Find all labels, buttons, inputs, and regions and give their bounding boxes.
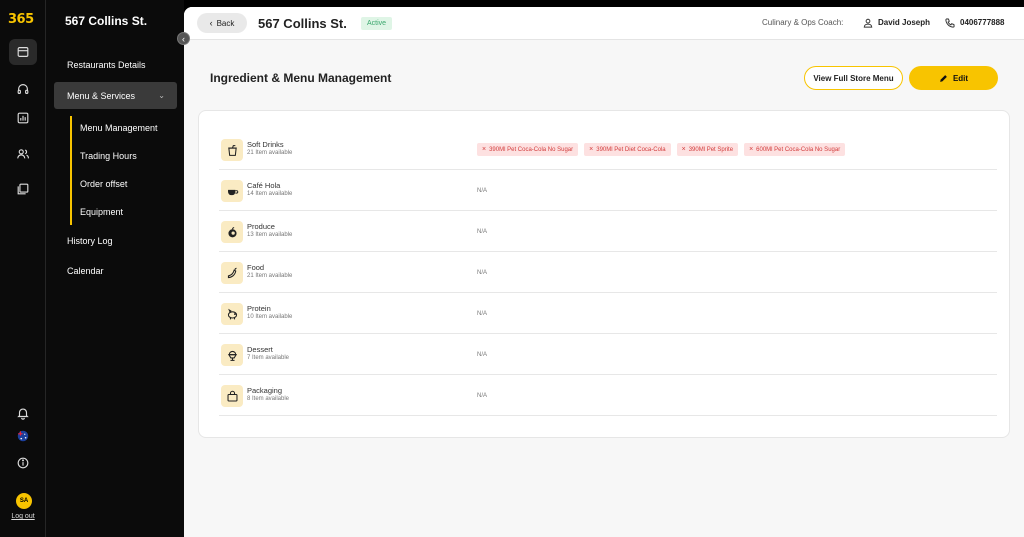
coach-name: David Joseph xyxy=(878,18,931,27)
categories-card: Soft Drinks 21 Item available × 390Ml Pet… xyxy=(198,110,1010,438)
australia-flag-icon[interactable] xyxy=(9,423,37,449)
chip-label: 390Ml Pet Diet Coca-Cola xyxy=(596,146,666,153)
sidebar-item-history-log[interactable]: History Log xyxy=(67,236,113,246)
item-chip[interactable]: × 390Ml Pet Diet Coca-Cola xyxy=(584,143,671,156)
ice-cream-icon xyxy=(221,344,243,366)
items-value: N/A xyxy=(477,352,488,358)
list-item[interactable]: Produce 13 Item available N/A xyxy=(219,211,997,252)
subnav-active-indicator xyxy=(70,116,72,225)
category-name: Packaging xyxy=(247,386,283,395)
pig-icon xyxy=(221,303,243,325)
subnav-item-order-offset[interactable]: Order offset xyxy=(80,179,127,189)
list-item[interactable]: Food 21 Item available N/A xyxy=(219,252,997,293)
pencil-icon xyxy=(940,74,947,82)
chevron-left-icon: ‹ xyxy=(182,33,185,44)
view-full-store-menu-button[interactable]: View Full Store Menu xyxy=(804,66,903,90)
sidebar-item-menu-services[interactable]: Menu & Services ⌄ xyxy=(54,82,177,109)
category-count: 21 Item available xyxy=(247,150,293,156)
users-icon[interactable] xyxy=(9,141,37,167)
category-name: Café Hola xyxy=(247,181,281,190)
library-icon[interactable] xyxy=(9,176,37,202)
person-icon xyxy=(863,18,873,28)
category-count: 21 Item available xyxy=(247,273,293,279)
page-title: 567 Collins St. xyxy=(258,16,347,31)
back-label: Back xyxy=(216,18,235,28)
info-icon[interactable] xyxy=(9,450,37,476)
sidebar: 567 Collins St. Restaurants Details Menu… xyxy=(46,0,184,537)
category-count: 13 Item available xyxy=(247,232,293,238)
chevron-down-icon: ⌄ xyxy=(158,91,165,100)
list-item[interactable]: Protein 10 Item available N/A xyxy=(219,293,997,334)
category-name: Soft Drinks xyxy=(247,140,284,149)
items-value: N/A xyxy=(477,311,488,317)
chip-label: 390Ml Pet Sprite xyxy=(688,146,734,153)
close-icon[interactable]: × xyxy=(482,146,486,153)
analytics-icon[interactable] xyxy=(9,105,37,131)
close-icon[interactable]: × xyxy=(682,146,686,153)
edit-label: Edit xyxy=(952,73,969,83)
phone-icon xyxy=(945,18,955,28)
category-name: Produce xyxy=(247,222,275,231)
subnav-item-equipment[interactable]: Equipment xyxy=(80,207,123,217)
chip-label: 390Ml Pet Coca-Cola No Sugar xyxy=(489,146,574,153)
category-name: Dessert xyxy=(247,345,273,354)
items-value: N/A xyxy=(477,270,488,276)
item-chip[interactable]: × 390Ml Pet Sprite xyxy=(676,143,739,156)
edit-button[interactable]: Edit xyxy=(909,66,998,90)
section-title: Ingredient & Menu Management xyxy=(210,71,392,85)
item-chip[interactable]: × 390Ml Pet Coca-Cola No Sugar xyxy=(477,143,579,156)
sidebar-item-restaurant-details[interactable]: Restaurants Details xyxy=(67,60,146,70)
chip-label: 600Ml Pet Coca-Cola No Sugar xyxy=(756,146,841,153)
coffee-cup-icon xyxy=(221,180,243,202)
item-chip[interactable]: × 600Ml Pet Coca-Cola No Sugar xyxy=(744,143,846,156)
produce-icon xyxy=(221,221,243,243)
collapse-sidebar-button[interactable]: ‹ xyxy=(177,32,190,45)
icon-rail: 365 SA Log out xyxy=(0,0,46,537)
items-value: N/A xyxy=(477,393,488,399)
chevron-left-icon: ‹ xyxy=(209,18,213,28)
store-icon[interactable] xyxy=(9,39,37,65)
items-value: N/A xyxy=(477,188,488,194)
sidebar-store-name: 567 Collins St. xyxy=(65,14,148,28)
list-item[interactable]: Soft Drinks 21 Item available × 390Ml Pet… xyxy=(219,129,997,170)
coach-phone[interactable]: 0406777888 xyxy=(960,18,1005,27)
coach-label: Culinary & Ops Coach: xyxy=(762,18,844,27)
main-panel: ‹ Back 567 Collins St. Active Culinary &… xyxy=(184,7,1024,537)
bag-icon xyxy=(221,385,243,407)
category-name: Protein xyxy=(247,304,271,313)
list-item[interactable]: Packaging 8 Item available N/A xyxy=(219,375,997,416)
category-count: 10 Item available xyxy=(247,314,293,320)
chili-icon xyxy=(221,262,243,284)
item-chips: × 390Ml Pet Coca-Cola No Sugar × 390Ml Pet… xyxy=(477,143,846,156)
category-count: 7 Item available xyxy=(247,355,290,361)
category-count: 8 Item available xyxy=(247,396,290,402)
list-item[interactable]: Dessert 7 Item available N/A xyxy=(219,334,997,375)
list-item[interactable]: Café Hola 14 Item available N/A xyxy=(219,170,997,211)
app-logo[interactable]: 365 xyxy=(8,12,34,27)
avatar[interactable]: SA xyxy=(16,493,32,509)
subnav-item-trading-hours[interactable]: Trading Hours xyxy=(80,151,137,161)
status-badge: Active xyxy=(361,17,393,30)
close-icon[interactable]: × xyxy=(749,146,753,153)
close-icon[interactable]: × xyxy=(589,146,593,153)
cup-icon xyxy=(221,139,243,161)
subnav-item-menu-management[interactable]: Menu Management xyxy=(80,123,158,133)
sidebar-item-calendar[interactable]: Calendar xyxy=(67,266,104,276)
top-bar: ‹ Back 567 Collins St. Active Culinary &… xyxy=(184,7,1024,40)
category-count: 14 Item available xyxy=(247,191,293,197)
logout-link[interactable]: Log out xyxy=(0,513,46,520)
category-name: Food xyxy=(247,263,265,272)
sidebar-item-label: Menu & Services xyxy=(67,90,136,101)
back-button[interactable]: ‹ Back xyxy=(197,13,247,33)
headset-icon[interactable] xyxy=(9,76,37,102)
items-value: N/A xyxy=(477,229,488,235)
